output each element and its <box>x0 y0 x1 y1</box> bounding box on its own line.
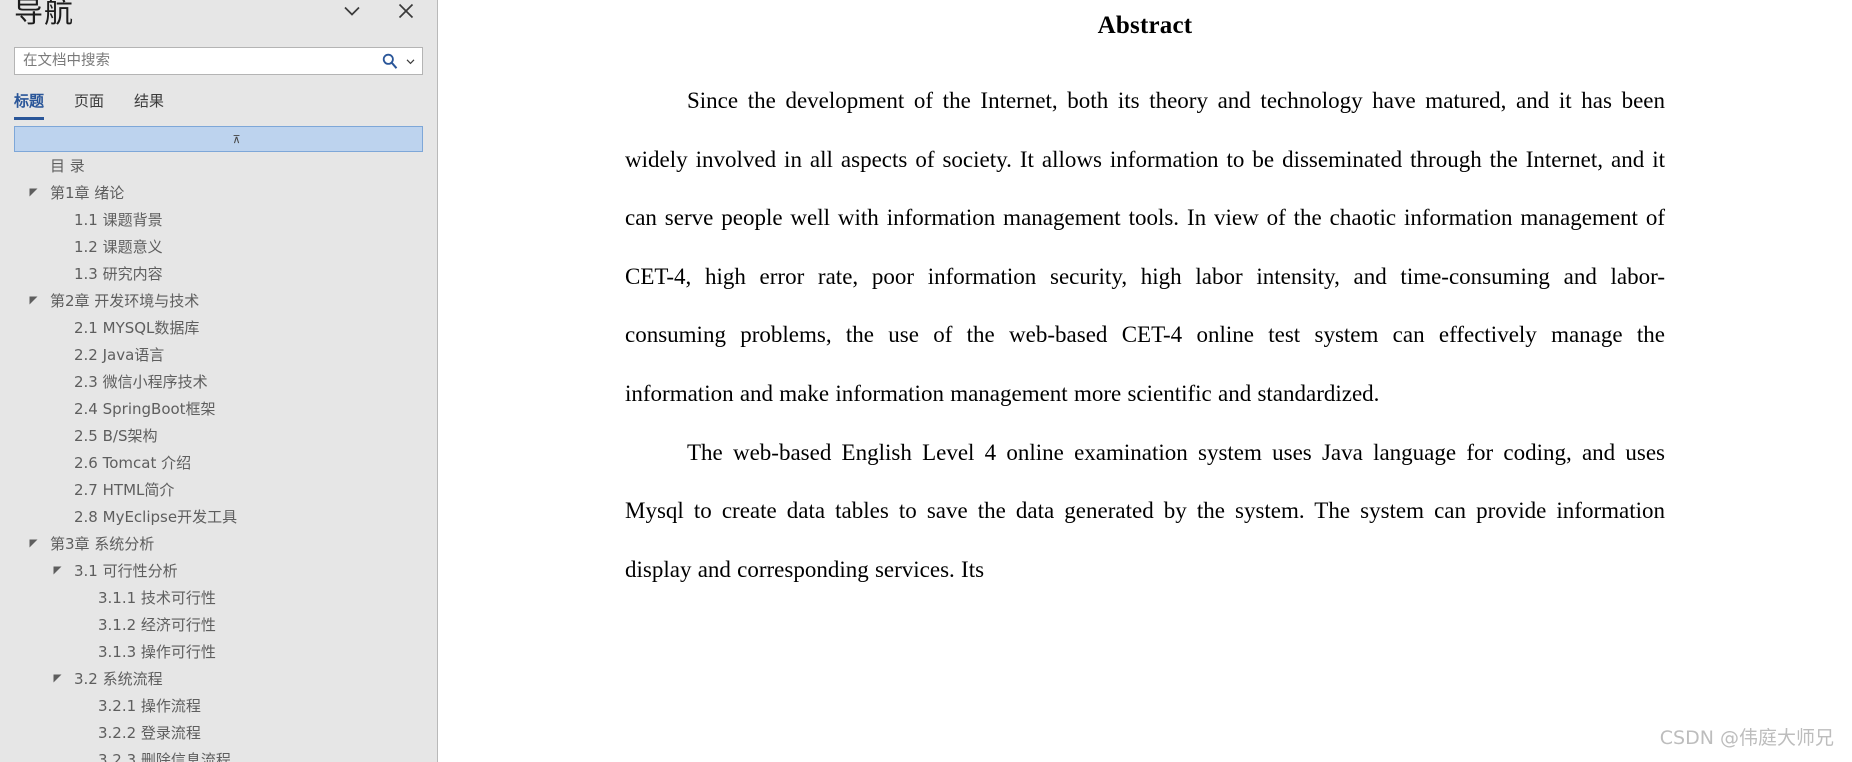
expand-triangle-icon[interactable] <box>26 537 40 551</box>
outline-item[interactable]: 3.1.3 操作可行性 <box>14 638 423 665</box>
outline-item-label: ⊼ <box>232 132 241 146</box>
outline-item-label: 目 录 <box>50 157 85 175</box>
expand-triangle-icon[interactable] <box>26 186 40 200</box>
search-input[interactable] <box>15 49 378 73</box>
outline-item-label: 2.2 Java语言 <box>74 346 165 364</box>
outline-item[interactable]: 3.2 系统流程 <box>14 665 423 692</box>
outline-item-label: 2.7 HTML简介 <box>74 481 175 499</box>
expand-triangle-icon[interactable] <box>26 294 40 308</box>
outline-item[interactable]: 2.7 HTML简介 <box>14 476 423 503</box>
outline-item-selected[interactable]: ⊼ <box>14 126 423 152</box>
outline-item[interactable]: 第1章 绪论 <box>14 179 423 206</box>
navigation-pane-header-actions <box>339 0 419 24</box>
outline-item[interactable]: 1.3 研究内容 <box>14 260 423 287</box>
navigation-tabs: 标题 页面 结果 <box>0 88 437 120</box>
document-canvas[interactable]: Abstract Since the development of the In… <box>438 0 1852 762</box>
outline-item[interactable]: 3.2.2 登录流程 <box>14 719 423 746</box>
chevron-down-small-icon[interactable] <box>402 49 418 73</box>
outline-item[interactable]: 2.2 Java语言 <box>14 341 423 368</box>
expand-triangle-icon[interactable] <box>50 564 64 578</box>
outline-item[interactable]: 2.3 微信小程序技术 <box>14 368 423 395</box>
word-window: 导航 在文档中搜索 标题 页面 结果 ⊼ 目 录 第1章 绪论 1.1 课题背景… <box>0 0 1852 762</box>
navigation-pane: 导航 在文档中搜索 标题 页面 结果 ⊼ 目 录 第1章 绪论 1.1 课题背景… <box>0 0 438 762</box>
outline-item-label: 1.2 课题意义 <box>74 238 163 256</box>
abstract-paragraph-1: Since the development of the Internet, b… <box>625 88 1665 406</box>
outline-item-label: 3.1.1 技术可行性 <box>98 589 216 607</box>
outline-item-label: 2.5 B/S架构 <box>74 427 158 445</box>
outline-item-label: 2.8 MyEclipse开发工具 <box>74 508 238 526</box>
document-page: Abstract Since the development of the In… <box>625 0 1665 599</box>
outline-item[interactable]: 2.5 B/S架构 <box>14 422 423 449</box>
outline-item-label: 1.1 课题背景 <box>74 211 163 229</box>
search-box[interactable] <box>14 47 423 75</box>
outline-item[interactable]: 第3章 系统分析 <box>14 530 423 557</box>
tab-results[interactable]: 结果 <box>134 90 164 120</box>
tab-headings[interactable]: 标题 <box>14 90 45 120</box>
navigation-pane-header: 导航 <box>0 0 437 45</box>
outline-item[interactable]: 1.2 课题意义 <box>14 233 423 260</box>
outline-item[interactable]: 3.1.1 技术可行性 <box>14 584 423 611</box>
outline-item-label: 2.6 Tomcat 介绍 <box>74 454 192 472</box>
outline-item[interactable]: 3.1 可行性分析 <box>14 557 423 584</box>
search-container <box>0 47 437 75</box>
outline-item[interactable]: 3.1.2 经济可行性 <box>14 611 423 638</box>
outline-item[interactable]: 2.6 Tomcat 介绍 <box>14 449 423 476</box>
abstract-paragraph-2: The web-based English Level 4 online exa… <box>625 439 1665 582</box>
outline-item-label: 3.2 系统流程 <box>74 670 163 688</box>
outline-item[interactable]: 3.2.1 操作流程 <box>14 692 423 719</box>
outline-item-label: 3.2.3 删除信息流程 <box>98 751 231 762</box>
outline-item[interactable]: 目 录 <box>14 152 423 179</box>
outline-item-label: 第2章 开发环境与技术 <box>50 292 200 310</box>
outline-item[interactable]: 第2章 开发环境与技术 <box>14 287 423 314</box>
chevron-down-icon[interactable] <box>339 0 365 24</box>
outline-item[interactable]: 2.4 SpringBoot框架 <box>14 395 423 422</box>
watermark: CSDN @伟庭大师兄 <box>1659 727 1834 749</box>
outline-item-label: 3.2.2 登录流程 <box>98 724 201 742</box>
expand-triangle-icon[interactable] <box>50 672 64 686</box>
outline-item[interactable]: 3.2.3 删除信息流程 <box>14 746 423 762</box>
outline-item-label: 3.1.2 经济可行性 <box>98 616 216 634</box>
outline-item[interactable]: 2.1 MYSQL数据库 <box>14 314 423 341</box>
outline-item-label: 3.1.3 操作可行性 <box>98 643 216 661</box>
outline-item-label: 2.1 MYSQL数据库 <box>74 319 200 337</box>
outline-item-label: 3.1 可行性分析 <box>74 562 178 580</box>
close-icon[interactable] <box>393 0 419 24</box>
search-icon[interactable] <box>378 49 402 73</box>
document-outline-tree[interactable]: ⊼ 目 录第1章 绪论 1.1 课题背景 1.2 课题意义 1.3 研究内容第2章 开发… <box>0 126 437 762</box>
outline-item-label: 2.4 SpringBoot框架 <box>74 400 216 418</box>
outline-item-label: 1.3 研究内容 <box>74 265 163 283</box>
abstract-heading: Abstract <box>1097 12 1193 39</box>
outline-item-label: 3.2.1 操作流程 <box>98 697 201 715</box>
outline-item[interactable]: 1.1 课题背景 <box>14 206 423 233</box>
outline-item[interactable]: 2.8 MyEclipse开发工具 <box>14 503 423 530</box>
outline-item-label: 2.3 微信小程序技术 <box>74 373 208 391</box>
tab-pages[interactable]: 页面 <box>74 90 104 120</box>
navigation-pane-title: 导航 <box>14 0 75 29</box>
